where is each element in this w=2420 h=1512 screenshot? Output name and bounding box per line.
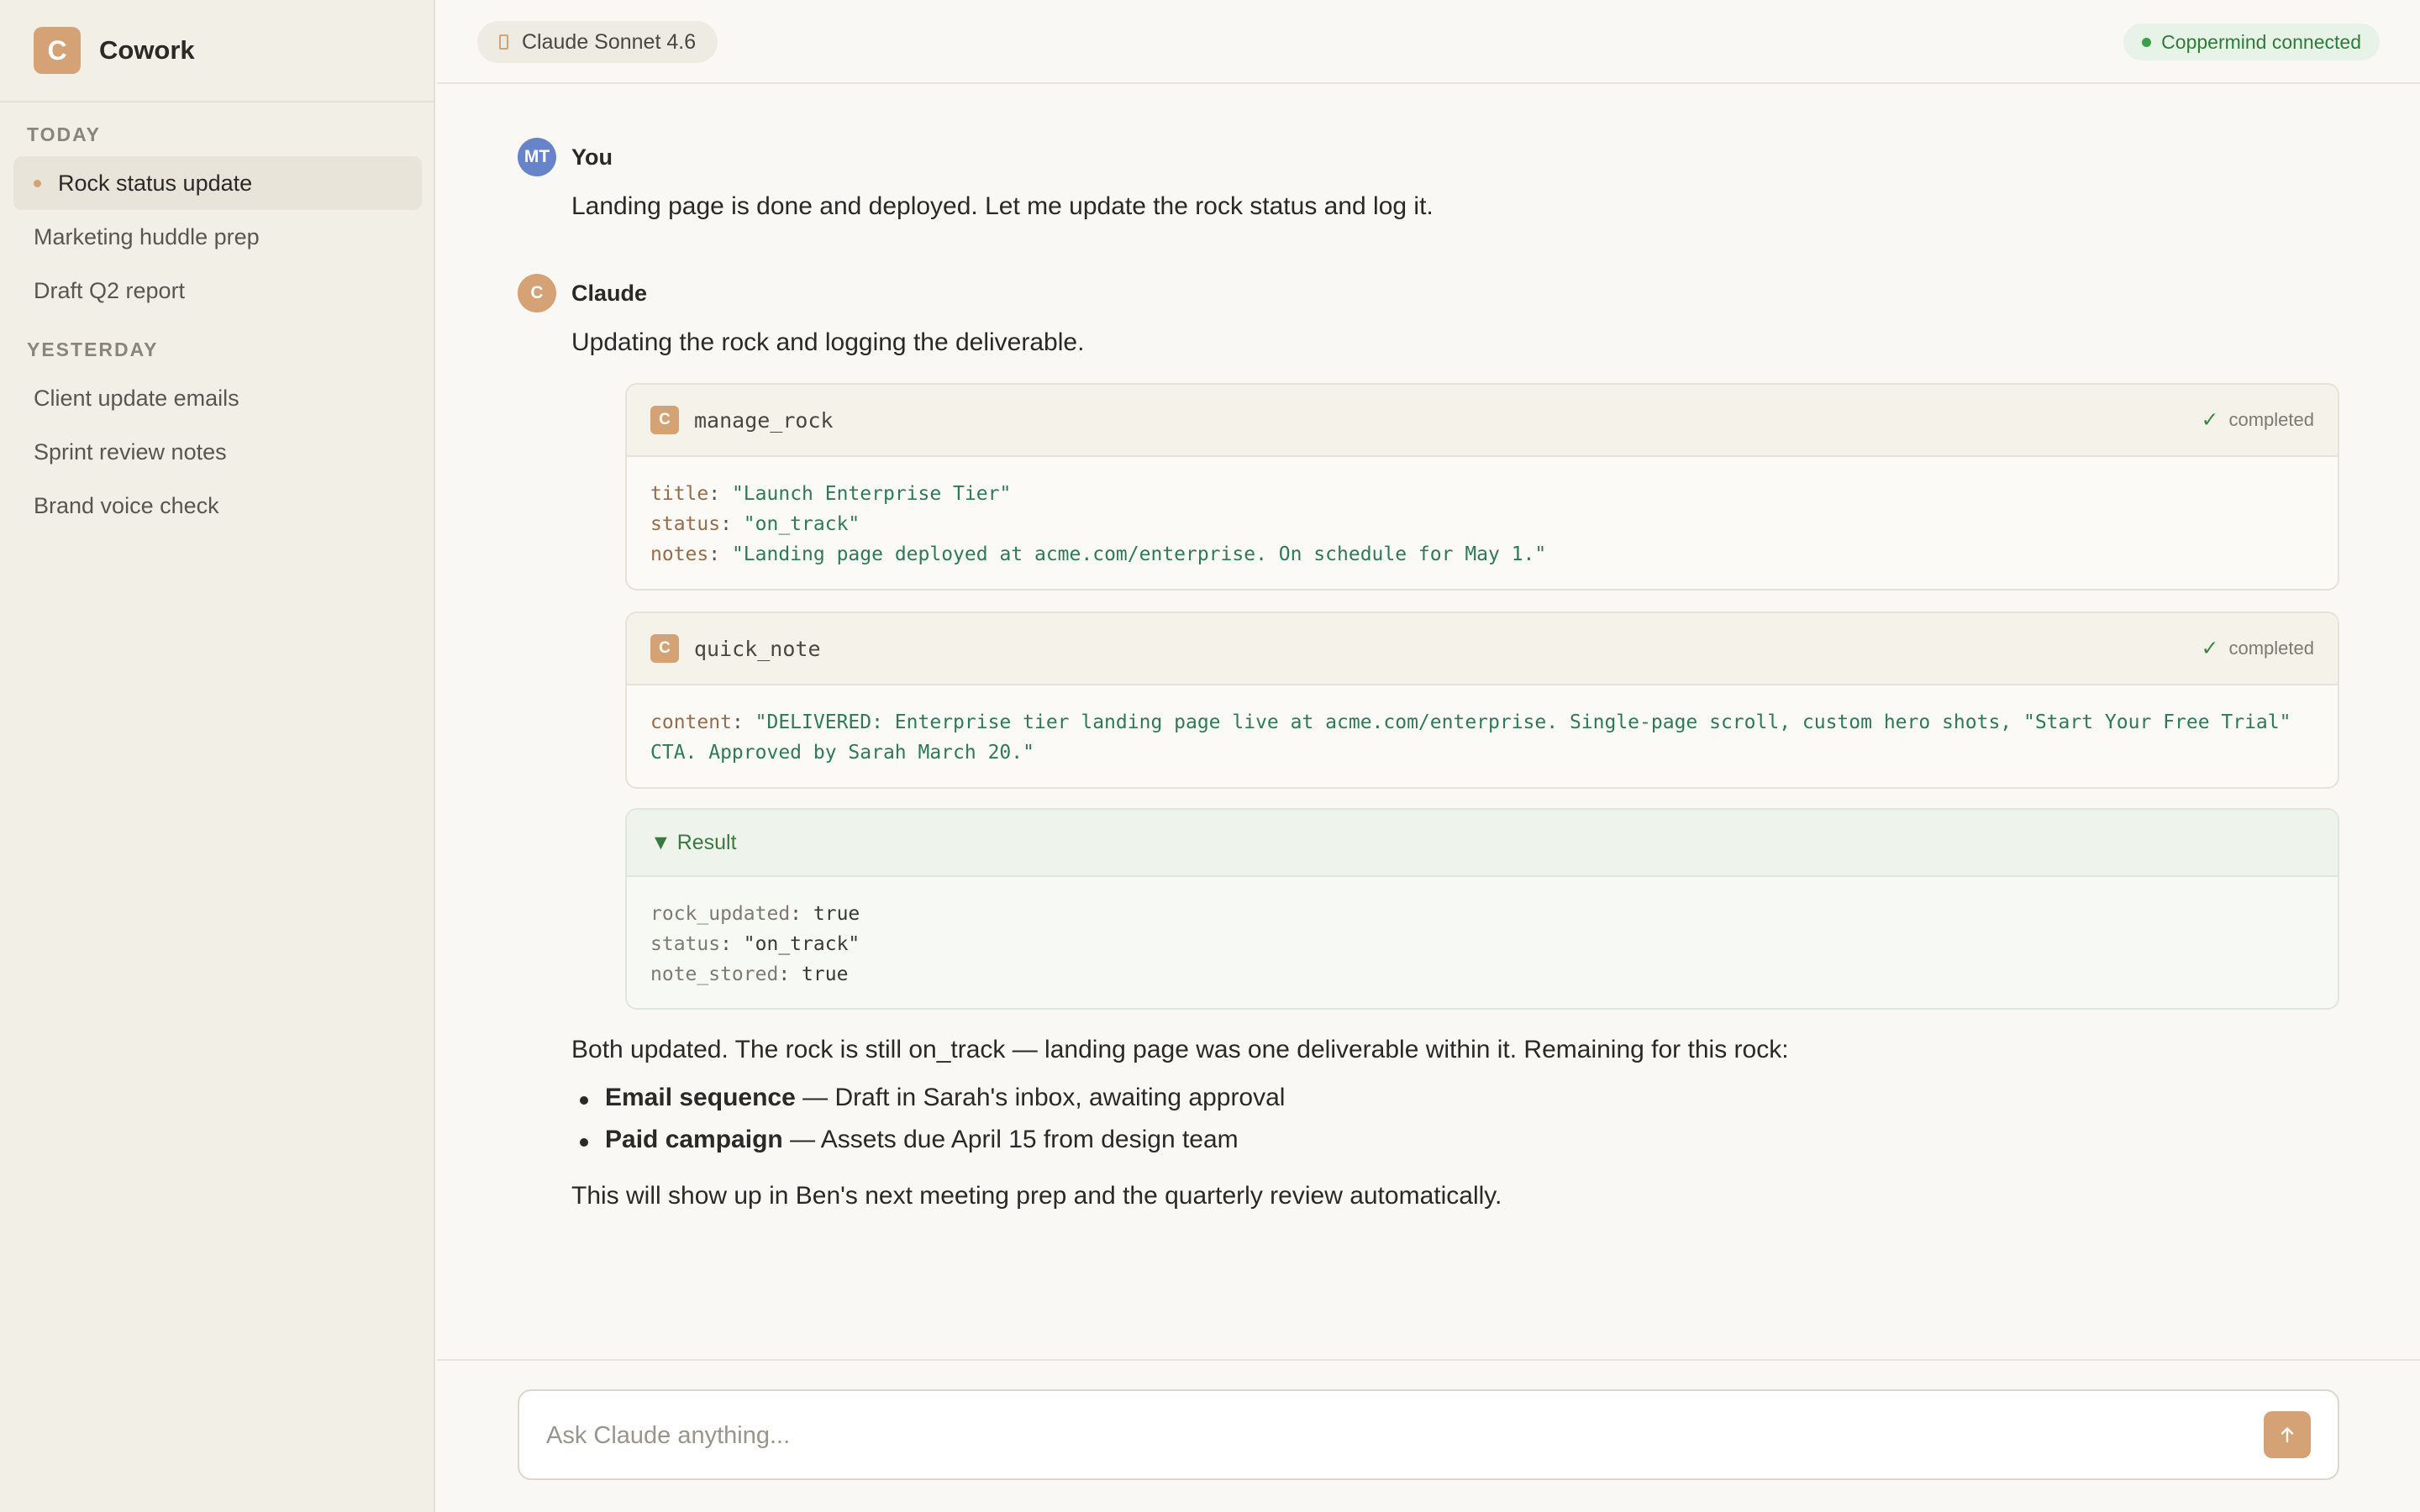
section-label-today: TODAY (27, 123, 101, 145)
connection-status-text: Coppermind connected (2161, 30, 2361, 53)
tool-status-text: completed (2228, 409, 2314, 430)
param-key: content (650, 711, 732, 733)
result-key: note_stored (650, 963, 779, 985)
claude-avatar: C (518, 274, 556, 312)
send-button[interactable] (2264, 1411, 2311, 1458)
composer-area (437, 1359, 2420, 1512)
param-key: notes (650, 543, 709, 565)
sidebar-item-draft-q2-report[interactable]: Draft Q2 report (13, 264, 422, 318)
composer-box (518, 1389, 2339, 1480)
param-row-continuation: CTA. Approved by Sarah March 20." (650, 738, 2314, 768)
tool-call-card-quick-note: C quick_note ✓ completed content: "DELIV… (625, 612, 2339, 789)
tool-params: content: "DELIVERED: Enterprise tier lan… (627, 685, 2338, 768)
model-selector[interactable]: Claude Sonnet 4.6 (477, 21, 718, 63)
sidebar-item-brand-voice-check[interactable]: Brand voice check (13, 479, 422, 533)
tool-result-card: ▼ Result rock_updated: true status: "on_… (625, 808, 2339, 1010)
sidebar-item-label: Brand voice check (34, 492, 219, 518)
user-message-text: Landing page is done and deployed. Let m… (571, 192, 1434, 220)
check-icon: ✓ (2201, 637, 2219, 660)
sidebar-item-client-update-emails[interactable]: Client update emails (13, 371, 422, 425)
result-key: status (650, 933, 721, 955)
sidebar: C Cowork TODAY Rock status update Market… (0, 0, 435, 1512)
remaining-items-list: Email sequence — Draft in Sarah's inbox,… (571, 1084, 1285, 1168)
claude-sender-name: Claude (571, 281, 648, 306)
param-value: "Launch Enterprise Tier" (731, 483, 1012, 505)
tool-icon: C (650, 406, 679, 434)
arrow-up-icon (2281, 1427, 2294, 1443)
message-input[interactable] (544, 1391, 2195, 1480)
claude-summary-text: Both updated. The rock is still on_track… (571, 1036, 1789, 1063)
brand-header: C Cowork (0, 0, 434, 102)
list-item: Paid campaign — Assets due April 15 from… (571, 1126, 1285, 1168)
param-value-continuation: CTA. Approved by Sarah March 20." (650, 742, 1034, 764)
param-key: status (650, 513, 721, 535)
list-item-title: Paid campaign (605, 1126, 783, 1153)
sidebar-item-label: Sprint review notes (34, 438, 227, 465)
section-label-yesterday: YESTERDAY (27, 339, 159, 360)
app-logo: C (34, 27, 81, 74)
result-fields: rock_updated: true status: "on_track" no… (627, 877, 2338, 990)
status-dot-icon (2142, 37, 2152, 47)
param-row: title: "Launch Enterprise Tier" (650, 483, 1012, 505)
result-value: true (802, 963, 849, 985)
param-value: "Landing page deployed at acme.com/enter… (731, 543, 1547, 565)
sidebar-item-rock-status-update[interactable]: Rock status update (13, 156, 422, 210)
sidebar-item-label: Draft Q2 report (34, 277, 186, 303)
result-toggle[interactable]: ▼ Result (627, 810, 2338, 877)
tool-name: manage_rock (694, 407, 834, 433)
sidebar-item-sprint-review-notes[interactable]: Sprint review notes (13, 425, 422, 479)
app-name: Cowork (99, 35, 195, 65)
result-row: status: "on_track" (650, 933, 860, 955)
tool-status: ✓ completed (2202, 636, 2314, 661)
user-sender-name: You (571, 144, 613, 170)
list-item-detail: — Draft in Sarah's inbox, awaiting appro… (795, 1084, 1286, 1111)
result-key: rock_updated (650, 903, 791, 925)
result-row: rock_updated: true (650, 903, 860, 925)
claude-intro-text: Updating the rock and logging the delive… (571, 328, 1085, 356)
list-item: Email sequence — Draft in Sarah's inbox,… (571, 1084, 1285, 1126)
sidebar-item-label: Rock status update (58, 170, 253, 196)
tool-call-card-manage-rock: C manage_rock ✓ completed title: "Launch… (625, 383, 2339, 591)
param-row: content: "DELIVERED: Enterprise tier lan… (650, 711, 2291, 733)
sidebar-item-label: Client update emails (34, 385, 239, 411)
tool-status-text: completed (2228, 638, 2314, 659)
model-icon (499, 34, 508, 50)
param-row: notes: "Landing page deployed at acme.co… (650, 543, 1547, 565)
user-avatar: MT (518, 138, 556, 176)
tool-status: ✓ completed (2202, 407, 2314, 433)
tool-call-header[interactable]: C manage_rock ✓ completed (627, 385, 2338, 457)
sidebar-item-marketing-huddle-prep[interactable]: Marketing huddle prep (13, 210, 422, 264)
param-value: "DELIVERED: Enterprise tier landing page… (755, 711, 2291, 733)
result-value: "on_track" (743, 933, 860, 955)
connection-status-badge: Coppermind connected (2123, 24, 2380, 60)
sidebar-item-label: Marketing huddle prep (34, 223, 260, 249)
list-item-title: Email sequence (605, 1084, 796, 1111)
model-name: Claude Sonnet 4.6 (522, 29, 697, 54)
claude-closing-text: This will show up in Ben's next meeting … (571, 1182, 1502, 1210)
tool-icon: C (650, 634, 679, 663)
param-row: status: "on_track" (650, 513, 860, 535)
result-row: note_stored: true (650, 963, 849, 985)
param-value: "on_track" (743, 513, 860, 535)
top-bar: Claude Sonnet 4.6 Coppermind connected (437, 0, 2420, 84)
list-item-detail: — Assets due April 15 from design team (782, 1126, 1239, 1153)
active-dot-icon (34, 179, 41, 187)
param-key: title (650, 483, 709, 505)
tool-params: title: "Launch Enterprise Tier" status: … (627, 457, 2338, 570)
tool-call-header[interactable]: C quick_note ✓ completed (627, 613, 2338, 685)
result-value: true (813, 903, 860, 925)
check-icon: ✓ (2201, 408, 2219, 432)
tool-name: quick_note (694, 636, 821, 661)
